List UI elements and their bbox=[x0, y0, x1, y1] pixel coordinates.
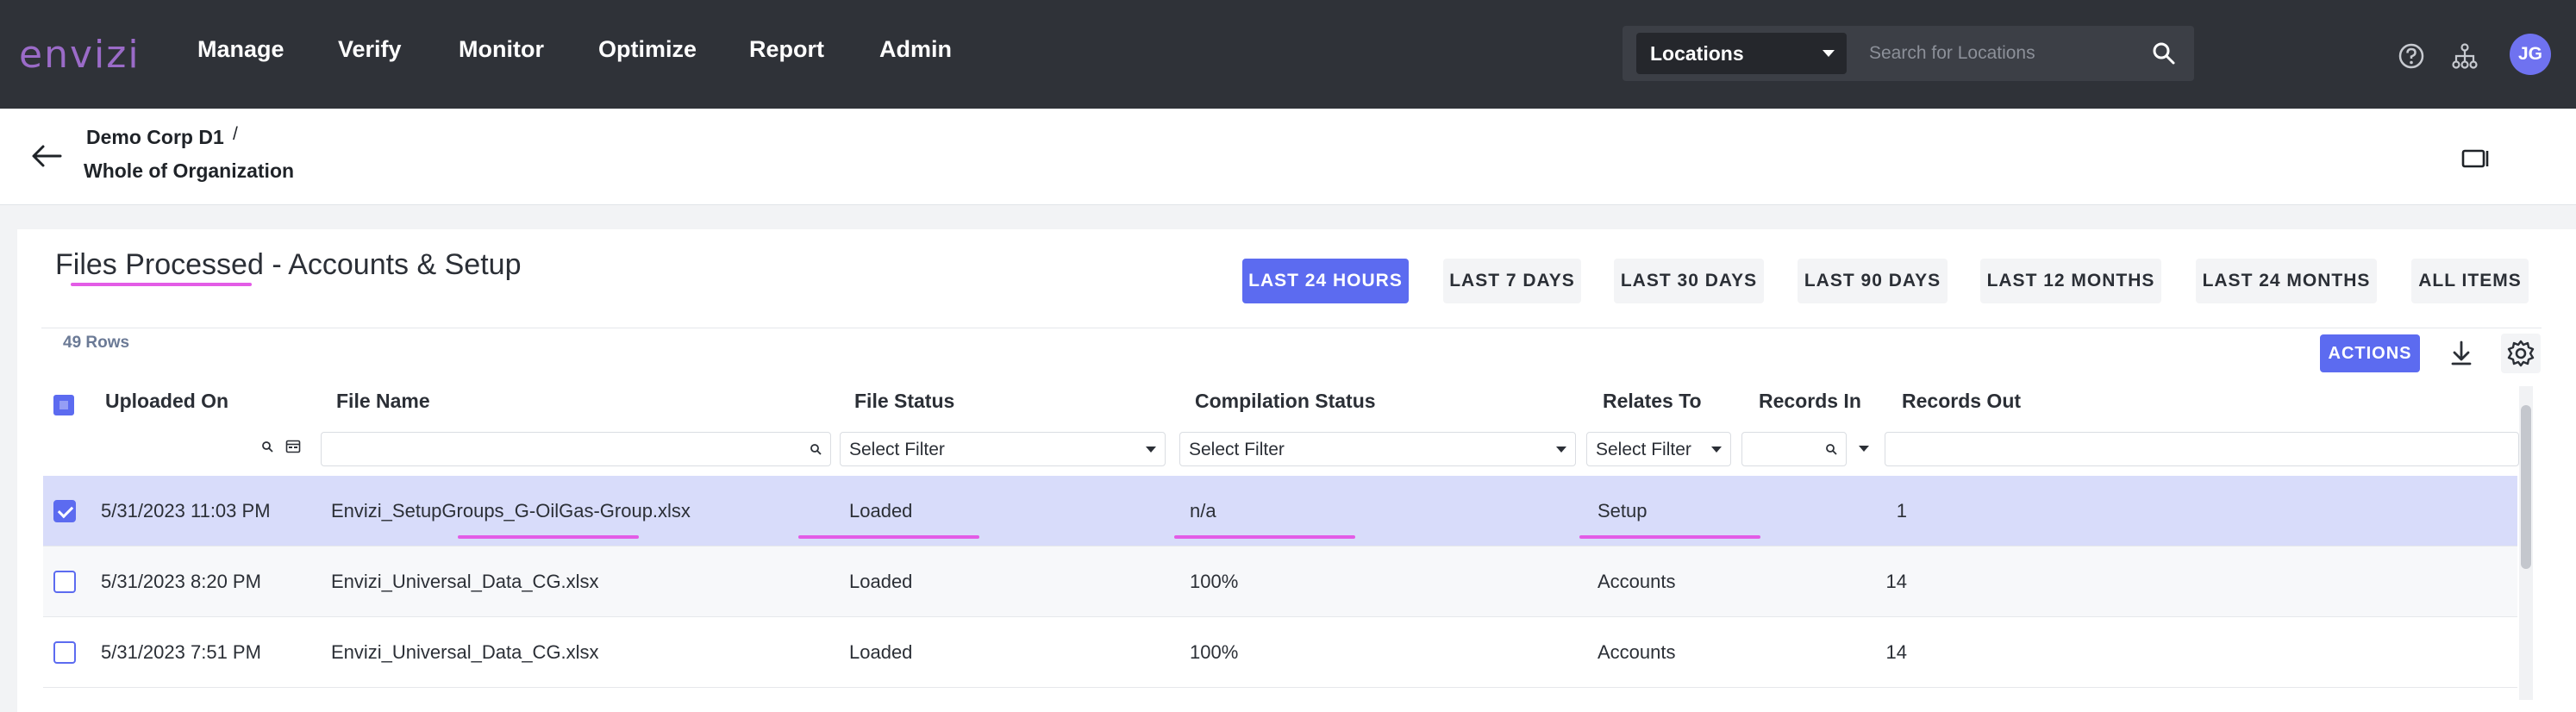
cell-compilation-status: 100% bbox=[1190, 641, 1239, 663]
cell-uploaded-on: 5/31/2023 7:51 PM bbox=[101, 641, 261, 663]
help-icon[interactable] bbox=[2397, 41, 2426, 71]
range-last-7-days[interactable]: LAST 7 DAYS bbox=[1443, 259, 1581, 303]
file-status-filter-select[interactable]: Select Filter bbox=[840, 432, 1166, 466]
column-header-file-status[interactable]: File Status bbox=[854, 390, 954, 413]
cell-file-status: Loaded bbox=[849, 571, 913, 592]
row-checkbox[interactable] bbox=[53, 641, 76, 664]
table-row[interactable]: 5/31/2023 7:51 PM Envizi_Universal_Data_… bbox=[43, 617, 2517, 688]
cell-uploaded-on: 5/31/2023 11:03 PM bbox=[101, 500, 271, 522]
cell-file-name[interactable]: Envizi_Universal_Data_CG.xlsx bbox=[331, 571, 599, 593]
app-logo[interactable]: envizi bbox=[19, 33, 141, 77]
location-search-input[interactable] bbox=[1857, 33, 2181, 74]
cell-file-name[interactable]: Envizi_SetupGroups_G-OilGas-Group.xlsx bbox=[331, 500, 691, 522]
range-last-90-days[interactable]: LAST 90 DAYS bbox=[1798, 259, 1948, 303]
rows-count: 49 Rows bbox=[63, 334, 130, 352]
breadcrumb-parent[interactable]: Demo Corp D1 bbox=[86, 126, 224, 149]
column-header-records-in[interactable]: Records In bbox=[1759, 390, 1861, 413]
relates-to-filter-select[interactable]: Select Filter bbox=[1586, 432, 1731, 466]
chevron-down-icon bbox=[1859, 446, 1869, 452]
nav-optimize[interactable]: Optimize bbox=[598, 36, 697, 63]
user-avatar[interactable]: JG bbox=[2510, 34, 2551, 75]
settings-gear-icon[interactable] bbox=[2501, 334, 2541, 373]
cell-relates-to: Accounts bbox=[1597, 571, 1676, 592]
cell-records-in: 1 bbox=[1896, 500, 1907, 522]
column-header-uploaded-on[interactable]: Uploaded On bbox=[105, 390, 228, 413]
compilation-status-filter-value: Select Filter bbox=[1189, 440, 1285, 459]
row-checkbox[interactable] bbox=[53, 500, 76, 522]
cell-uploaded-on: 5/31/2023 8:20 PM bbox=[101, 571, 261, 592]
cell-compilation-status: 100% bbox=[1190, 571, 1239, 592]
table-scrollbar-thumb[interactable] bbox=[2521, 405, 2531, 569]
page-title: Files Processed - Accounts & Setup bbox=[55, 248, 522, 281]
file-name-filter-search-icon bbox=[810, 444, 822, 455]
cell-relates-to: Accounts bbox=[1597, 641, 1676, 663]
records-in-filter-input[interactable] bbox=[1741, 432, 1847, 466]
cell-file-status: Loaded bbox=[849, 500, 913, 522]
cell-relates-to: Setup bbox=[1597, 500, 1648, 522]
chevron-down-icon bbox=[1711, 447, 1722, 453]
calendar-icon[interactable] bbox=[285, 439, 301, 454]
range-last-12-months[interactable]: LAST 12 MONTHS bbox=[1980, 259, 2161, 303]
range-last-30-days[interactable]: LAST 30 DAYS bbox=[1614, 259, 1764, 303]
nav-report[interactable]: Report bbox=[749, 36, 824, 63]
highlight-underline bbox=[798, 535, 979, 539]
cell-records-in: 14 bbox=[1885, 641, 1907, 663]
select-all-checkbox[interactable] bbox=[53, 395, 74, 415]
location-search-group: Locations bbox=[1623, 26, 2194, 81]
nav-verify[interactable]: Verify bbox=[338, 36, 402, 63]
range-all-items[interactable]: ALL ITEMS bbox=[2411, 259, 2529, 303]
records-in-filter-menu[interactable] bbox=[1850, 432, 1874, 466]
highlight-underline bbox=[1174, 535, 1355, 539]
chevron-down-icon bbox=[1556, 447, 1566, 453]
highlight-underline bbox=[1579, 535, 1760, 539]
chevron-down-icon bbox=[1823, 50, 1835, 57]
table-row[interactable]: 5/31/2023 8:20 PM Envizi_Universal_Data_… bbox=[43, 546, 2517, 617]
nav-admin[interactable]: Admin bbox=[879, 36, 952, 63]
present-mode-icon[interactable] bbox=[2461, 148, 2489, 169]
location-scope-select[interactable]: Locations bbox=[1636, 33, 1847, 74]
uploaded-on-filter-search-icon[interactable] bbox=[261, 440, 273, 453]
records-out-filter-input[interactable] bbox=[1885, 432, 2519, 466]
nav-monitor[interactable]: Monitor bbox=[459, 36, 544, 63]
cell-file-status: Loaded bbox=[849, 641, 913, 663]
nav-manage[interactable]: Manage bbox=[197, 36, 284, 63]
download-icon[interactable] bbox=[2442, 334, 2481, 373]
search-icon[interactable] bbox=[2152, 41, 2176, 66]
compilation-status-filter-select[interactable]: Select Filter bbox=[1179, 432, 1576, 466]
actions-button[interactable]: ACTIONS bbox=[2320, 334, 2420, 372]
cell-records-in: 14 bbox=[1885, 571, 1907, 592]
column-header-compilation-status[interactable]: Compilation Status bbox=[1195, 390, 1376, 413]
range-last-24-months[interactable]: LAST 24 MONTHS bbox=[2196, 259, 2377, 303]
breadcrumb-separator: / bbox=[233, 124, 238, 144]
column-header-relates-to[interactable]: Relates To bbox=[1603, 390, 1702, 413]
range-last-24-hours[interactable]: LAST 24 HOURS bbox=[1242, 259, 1409, 303]
breadcrumb-current: Whole of Organization bbox=[84, 159, 295, 182]
column-header-file-name[interactable]: File Name bbox=[336, 390, 430, 413]
cell-file-name[interactable]: Envizi_Universal_Data_CG.xlsx bbox=[331, 641, 599, 664]
cell-compilation-status: n/a bbox=[1190, 500, 1216, 522]
file-name-filter-input[interactable] bbox=[321, 432, 831, 466]
column-header-records-out[interactable]: Records Out bbox=[1902, 390, 2021, 413]
file-status-filter-value: Select Filter bbox=[849, 440, 945, 459]
records-in-filter-search-icon bbox=[1826, 444, 1837, 455]
row-checkbox[interactable] bbox=[53, 571, 76, 593]
highlight-underline bbox=[458, 535, 639, 539]
location-scope-value: Locations bbox=[1650, 42, 1744, 65]
breadcrumb-bar: Demo Corp D1 / Whole of Organization bbox=[0, 109, 2576, 205]
hierarchy-icon[interactable] bbox=[2450, 41, 2479, 71]
back-arrow-icon[interactable] bbox=[31, 143, 62, 169]
relates-to-filter-value: Select Filter bbox=[1596, 440, 1691, 459]
highlight-underline bbox=[71, 283, 252, 286]
chevron-down-icon bbox=[1146, 447, 1156, 453]
